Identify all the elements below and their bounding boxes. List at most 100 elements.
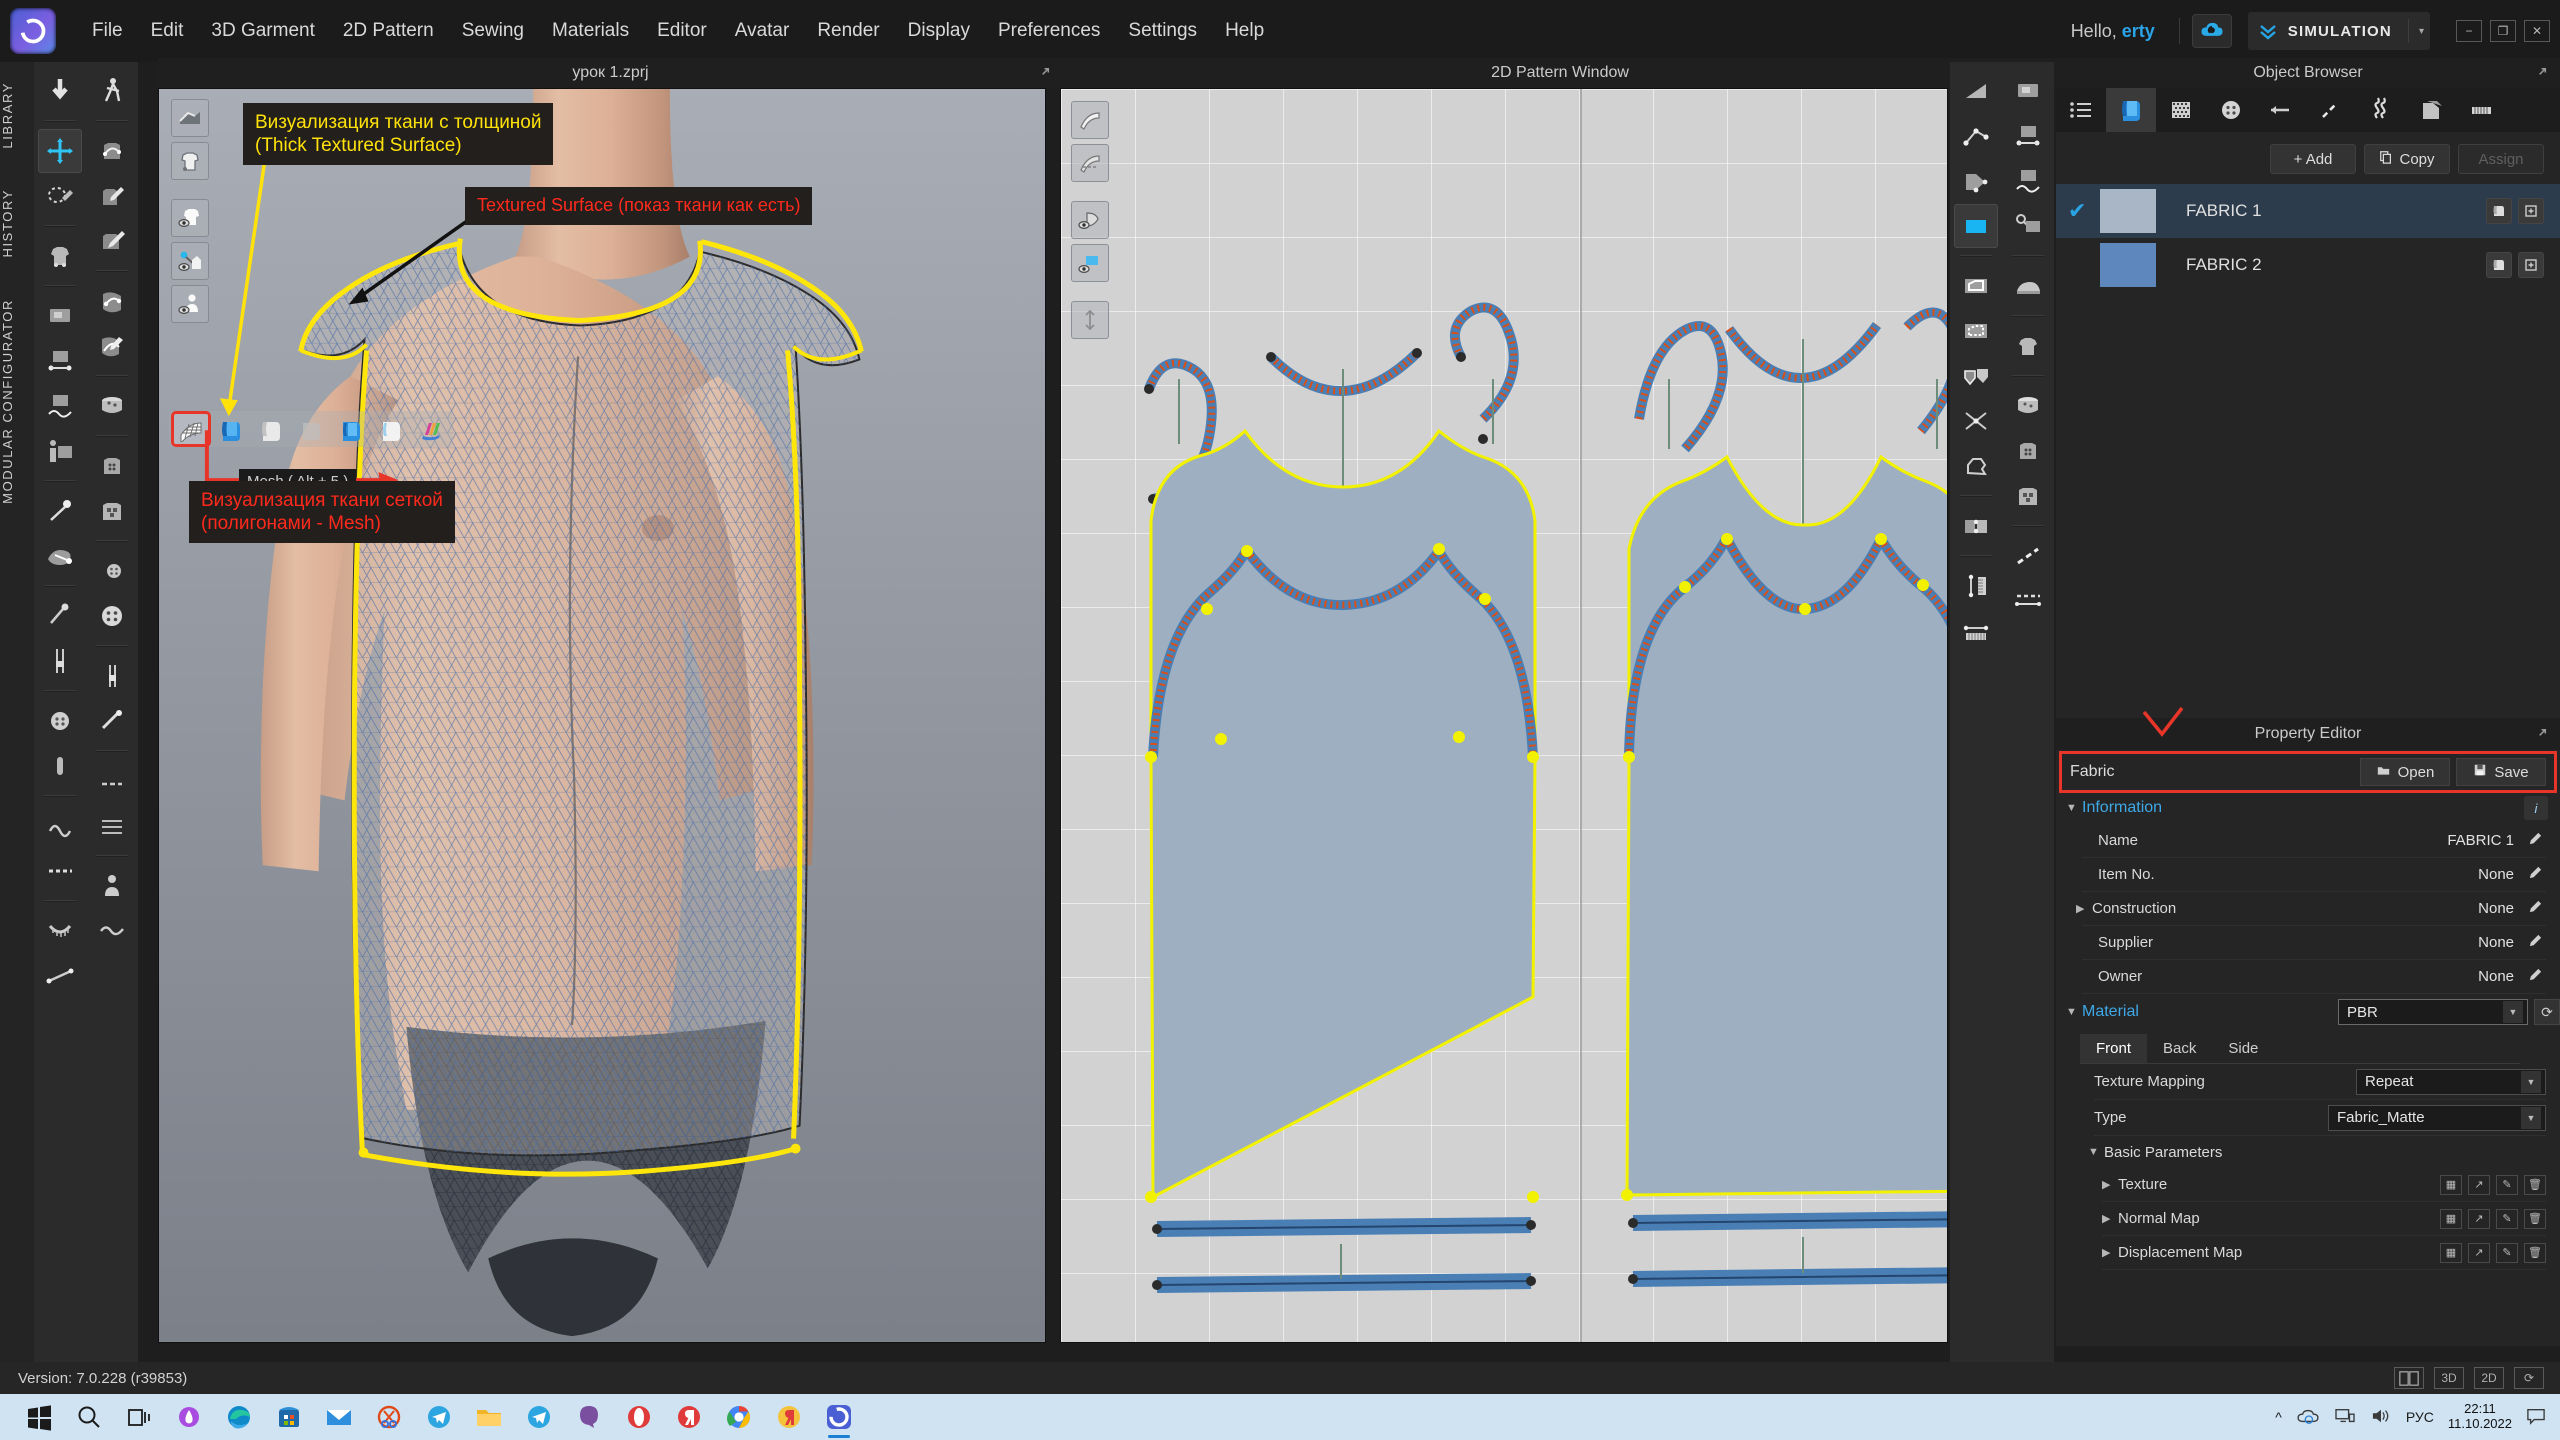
check-icon[interactable]: ✔ (2068, 198, 2100, 224)
tab-list[interactable] (2056, 88, 2106, 132)
chrome-icon[interactable] (714, 1394, 764, 1440)
opera-icon[interactable] (614, 1394, 664, 1440)
map-row-texture[interactable]: ▶ Texture ▦ ↗ ✎ 🗑 (2102, 1168, 2546, 1202)
mode-selector[interactable]: SIMULATION ▾ (2247, 12, 2430, 50)
transform-tool-icon[interactable] (38, 129, 82, 173)
menu-2d-pattern[interactable]: 2D Pattern (329, 14, 448, 48)
delete-icon-3[interactable]: 🗑 (2524, 1242, 2546, 1263)
close-button[interactable]: ✕ (2524, 20, 2550, 42)
segment-sewing-tool-icon[interactable] (38, 339, 82, 383)
pencil-icon-3[interactable] (2528, 899, 2546, 919)
yandex-icon[interactable] (664, 1394, 714, 1440)
edit-map-icon-3[interactable]: ✎ (2496, 1242, 2518, 1263)
clo-logo-icon[interactable] (10, 8, 56, 54)
puckering-tool-icon[interactable] (38, 804, 82, 848)
measure-tape-tool-icon[interactable] (38, 909, 82, 953)
internal-polygon-tool-icon[interactable] (1954, 309, 1998, 353)
pencil-icon-2[interactable] (2528, 865, 2546, 885)
grid-icon-3[interactable]: ▦ (2440, 1242, 2462, 1263)
fabric-swatch[interactable] (2100, 189, 2156, 233)
zipper-3d-tool-icon[interactable] (90, 654, 134, 698)
task-view-icon[interactable] (114, 1394, 164, 1440)
chevron-down-icon-mapping[interactable]: ▼ (2521, 1070, 2541, 1093)
topstitch-2d-tool-icon[interactable] (2006, 534, 2050, 578)
textured-surface-button[interactable] (333, 413, 369, 445)
add-button[interactable]: + Add (2270, 144, 2356, 174)
fabric-book-icon[interactable] (2486, 198, 2512, 224)
map-row-normal[interactable]: ▶ Normal Map ▦ ↗ ✎ 🗑 (2102, 1202, 2546, 1236)
button-tool-icon[interactable] (38, 699, 82, 743)
edit-curve-point-tool-icon[interactable] (1954, 114, 1998, 158)
edit-curve-3d-tool-icon[interactable] (90, 174, 134, 218)
fabric-assign-icon-2[interactable] (2518, 252, 2544, 278)
garment-tool-icon[interactable] (38, 234, 82, 278)
chevron-down-icon-shader[interactable]: ▼ (2503, 1001, 2523, 1023)
tray-chevron-icon[interactable]: ^ (2275, 1409, 2282, 1425)
basic-parameters-header[interactable]: ▼ Basic Parameters (2056, 1136, 2560, 1168)
menu-sewing[interactable]: Sewing (448, 14, 538, 48)
3d-garment-viewport[interactable]: Визуализация ткани с толщиной (Thick Tex… (158, 88, 1046, 1343)
show-internal-lines-icon[interactable] (1071, 144, 1109, 182)
edit-texture-tool-icon[interactable] (90, 279, 134, 323)
edit-map-icon-2[interactable]: ✎ (2496, 1208, 2518, 1229)
sewing-tool-icon[interactable] (38, 294, 82, 338)
search-icon[interactable] (64, 1394, 114, 1440)
show-garment-eye-icon[interactable] (171, 199, 209, 237)
volume-icon[interactable] (2370, 1407, 2392, 1428)
tab-button[interactable] (2206, 88, 2256, 132)
buttonhole-tool-icon[interactable] (38, 744, 82, 788)
menu-render[interactable]: Render (803, 14, 893, 48)
fold-arrangement-tool-icon[interactable] (38, 534, 82, 578)
reset-view-button[interactable]: ⟳ (2514, 1367, 2544, 1389)
avatar-sewing-tool-icon[interactable] (38, 429, 82, 473)
tab-zipper[interactable] (2356, 88, 2406, 132)
pleat-tool-icon[interactable] (90, 804, 134, 848)
show-basting-eye-icon[interactable] (1071, 244, 1109, 282)
tab-measure[interactable] (2456, 88, 2506, 132)
property-row-owner[interactable]: Owner None (2082, 960, 2546, 994)
pencil-icon-4[interactable] (2528, 933, 2546, 953)
menu-display[interactable]: Display (894, 14, 984, 48)
viber-icon[interactable] (564, 1394, 614, 1440)
chevron-down-icon[interactable]: ▾ (2407, 19, 2424, 43)
rectangle-tool-icon[interactable] (1954, 204, 1998, 248)
tab-back[interactable]: Back (2147, 1034, 2212, 1063)
clo-taskbar-icon[interactable] (814, 1394, 864, 1440)
check-sewing-tool-icon[interactable] (2006, 204, 2050, 248)
fabric-list-item-1[interactable]: ✔ FABRIC 1 (2056, 184, 2560, 238)
free-sewing-2d-tool-icon[interactable] (2006, 159, 2050, 203)
texture-mapping-dropdown[interactable]: Repeat ▼ (2356, 1068, 2546, 1095)
cortana-icon[interactable] (164, 1394, 214, 1440)
button-big-icon[interactable] (90, 594, 134, 638)
caret-down-icon-basic[interactable]: ▼ (2088, 1146, 2104, 1158)
tack-tool-icon[interactable] (38, 594, 82, 638)
expand-icon-ob[interactable] (2535, 64, 2550, 82)
avatar-tool-icon[interactable] (90, 864, 134, 908)
open-button[interactable]: Open (2360, 758, 2450, 786)
split-view-button[interactable] (2394, 1367, 2424, 1389)
surface-button[interactable] (293, 413, 329, 445)
fabric-list-item-2[interactable]: FABRIC 2 (2056, 238, 2560, 292)
menu-edit[interactable]: Edit (137, 14, 198, 48)
caret-down-icon[interactable]: ▼ (2066, 802, 2082, 814)
mail-icon[interactable] (314, 1394, 364, 1440)
dashed-stitch-tool-icon[interactable] (2006, 579, 2050, 623)
snip-icon[interactable] (364, 1394, 414, 1440)
minimize-button[interactable]: − (2456, 20, 2482, 42)
property-row-supplier[interactable]: Supplier None (2082, 926, 2546, 960)
segment-sewing-2d-tool-icon[interactable] (2006, 114, 2050, 158)
edge-icon[interactable] (214, 1394, 264, 1440)
maximize-button[interactable]: ❐ (2490, 20, 2516, 42)
info-icon[interactable]: i (2524, 796, 2548, 820)
tab-trim[interactable] (2256, 88, 2306, 132)
edit-curvature-tool-icon[interactable] (90, 324, 134, 368)
select-mesh-tool-icon[interactable] (38, 174, 82, 218)
delete-icon[interactable]: 🗑 (2524, 1174, 2546, 1195)
delete-icon-2[interactable]: 🗑 (2524, 1208, 2546, 1229)
tab-front[interactable]: Front (2080, 1034, 2148, 1063)
tab-topstitch[interactable] (2156, 88, 2206, 132)
chevron-down-icon-type[interactable]: ▼ (2521, 1106, 2541, 1129)
menu-help[interactable]: Help (1211, 14, 1278, 48)
tab-side[interactable]: Side (2212, 1034, 2274, 1063)
sewing-2d-tool-icon[interactable] (2006, 69, 2050, 113)
